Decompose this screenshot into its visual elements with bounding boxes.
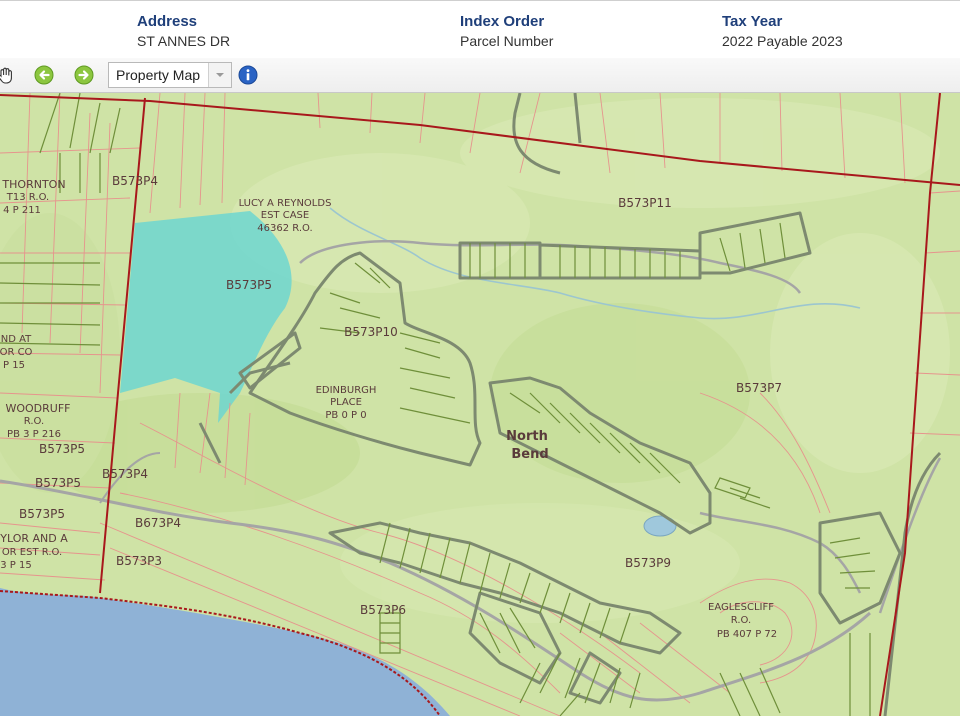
index-order-column: Index Order Parcel Number (460, 12, 553, 52)
map-canvas[interactable]: B573P4 B573P11 LUCY A REYNOLDS EST CASE … (0, 93, 960, 716)
map-type-select[interactable]: Property Map (108, 62, 232, 88)
parcel-label[interactable]: B573P5 (35, 476, 81, 490)
map-type-select-value: Property Map (116, 67, 201, 83)
tax-year-column: Tax Year 2022 Payable 2023 (722, 12, 843, 52)
subdivision-label: PB 0 P 0 (325, 410, 366, 421)
tax-year-label: Tax Year (722, 13, 783, 30)
parcel-owner-label: OR CO (0, 347, 33, 358)
address-value: ST ANNES DR (137, 33, 231, 49)
parcel-owner-label: YLOR AND A (0, 532, 68, 545)
parcel-label[interactable]: B573P4 (112, 174, 158, 188)
parcel-owner-label: ND AT (1, 334, 32, 345)
parcel-label[interactable]: B573P5 (226, 278, 272, 292)
parcel-owner-label: THORNTON (1, 178, 65, 191)
parcel-label[interactable]: B573P6 (360, 603, 406, 617)
parcel-label[interactable]: B573P11 (618, 196, 672, 210)
subdivision-label: PLACE (330, 397, 362, 408)
parcel-label[interactable]: B573P3 (116, 554, 162, 568)
parcel-label[interactable]: B573P4 (102, 467, 148, 481)
info-bar: Address ST ANNES DR Index Order Parcel N… (0, 0, 960, 58)
parcel-label[interactable]: B573P7 (736, 381, 782, 395)
forward-arrow-icon[interactable] (74, 65, 94, 85)
info-icon[interactable] (238, 65, 258, 85)
parcel-label[interactable]: B573P5 (39, 442, 85, 456)
hand-pan-icon[interactable] (0, 65, 16, 85)
parcel-owner-label: R.O. (24, 416, 44, 427)
parcel-label[interactable]: B573P5 (19, 507, 65, 521)
map-toolbar: Property Map (0, 58, 960, 93)
parcel-owner-label: LUCY A REYNOLDS (239, 198, 332, 209)
parcel-owner-label: OR EST R.O. (2, 547, 62, 558)
parcel-label[interactable]: B573P10 (344, 325, 398, 339)
chevron-down-icon[interactable] (208, 63, 231, 87)
parcel-label[interactable]: B573P9 (625, 556, 671, 570)
parcel-owner-label: T13 R.O. (6, 192, 49, 203)
place-label: North (506, 429, 548, 444)
address-label: Address (137, 13, 198, 30)
parcel-label[interactable]: B673P4 (135, 516, 181, 530)
parcel-owner-label: P 15 (3, 360, 25, 371)
subdivision-label: PB 407 P 72 (717, 629, 777, 640)
index-order-value: Parcel Number (460, 33, 554, 49)
property-map[interactable]: B573P4 B573P11 LUCY A REYNOLDS EST CASE … (0, 93, 960, 716)
parcel-owner-label: PB 3 P 216 (7, 429, 61, 440)
index-order-label: Index Order (460, 13, 545, 30)
tax-year-value: 2022 Payable 2023 (722, 33, 843, 49)
parcel-owner-label: 46362 R.O. (257, 223, 312, 234)
parcel-owner-label: WOODRUFF (5, 402, 70, 415)
subdivision-label: EAGLESCLIFF (708, 602, 774, 613)
subdivision-label: R.O. (731, 615, 751, 626)
subdivision-label: EDINBURGH (316, 385, 377, 396)
parcel-owner-label: EST CASE (261, 210, 309, 221)
place-label: Bend (511, 447, 548, 462)
parcel-owner-label: 4 P 211 (3, 205, 41, 216)
address-column: Address ST ANNES DR (137, 12, 230, 52)
parcel-owner-label: 3 P 15 (0, 560, 31, 571)
back-arrow-icon[interactable] (34, 65, 54, 85)
